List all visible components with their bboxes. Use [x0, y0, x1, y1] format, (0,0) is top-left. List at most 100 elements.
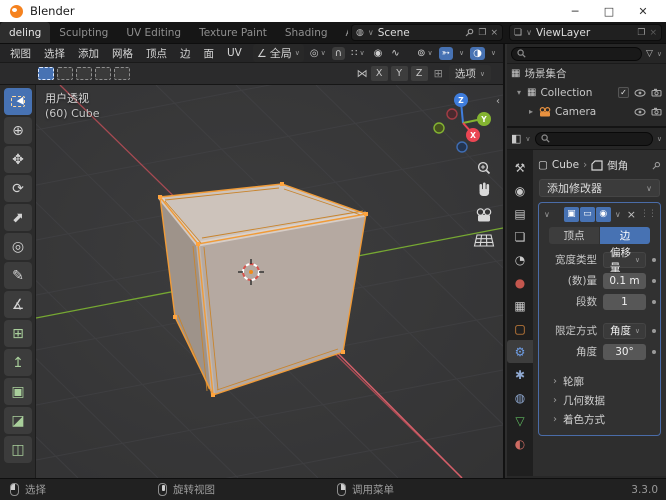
minimize-button[interactable]: ─ [558, 1, 592, 21]
close-button[interactable]: ✕ [626, 1, 660, 21]
select-mode-new[interactable] [38, 67, 54, 80]
workspace-tab-modeling[interactable]: deling [0, 22, 51, 43]
mirror-y-button[interactable]: Y [390, 66, 408, 81]
workspace-tab-shading[interactable]: Shading [276, 22, 337, 43]
pin-icon[interactable] [465, 28, 474, 37]
chevron-down-icon[interactable]: ∨ [525, 135, 530, 143]
display-render-toggle[interactable]: ◉ [595, 206, 611, 222]
tab-physics[interactable]: ◍ [507, 386, 533, 409]
outliner-row-scene-collection[interactable]: ▦ 场景集合 [507, 64, 666, 83]
workspace-tab-sculpting[interactable]: Sculpting [50, 22, 117, 43]
proportional-editing-toggle[interactable]: ◉ [371, 47, 386, 60]
chevron-down-icon[interactable]: ∨ [657, 50, 662, 58]
xray-dropdown[interactable]: ∨ [456, 48, 467, 58]
tool-transform[interactable]: ◎ [4, 233, 32, 260]
gizmo-neg-x-axis[interactable] [446, 108, 458, 120]
gizmo-neg-y-axis[interactable] [433, 122, 445, 134]
sidebar-collapse-icon[interactable]: ‹ [496, 96, 500, 107]
section-geometry[interactable]: › 几何数据 [539, 391, 660, 410]
render-visibility-icon[interactable] [651, 88, 662, 97]
affect-vertices-tab[interactable]: 顶点 [549, 227, 599, 244]
pivot-point-dropdown[interactable]: ◎ ∨ [307, 47, 329, 60]
expand-caret-icon[interactable]: ▸ [527, 107, 535, 116]
tab-output[interactable]: ▤ [507, 202, 533, 225]
collection-checkbox[interactable]: ✓ [618, 87, 629, 98]
new-view-layer-icon[interactable]: ❐ [637, 28, 645, 38]
affect-edges-tab[interactable]: 边 [600, 227, 650, 244]
snap-with-dropdown[interactable]: ∷ ∨ [348, 47, 368, 60]
section-shading[interactable]: › 着色方式 [539, 410, 660, 429]
select-mode-intersect[interactable] [114, 67, 130, 80]
menu-vertex[interactable]: 顶点 [140, 46, 173, 61]
menu-edge[interactable]: 边 [174, 46, 197, 61]
menu-view[interactable]: 视图 [4, 46, 37, 61]
animate-dot[interactable] [652, 349, 656, 354]
maximize-button[interactable]: □ [592, 1, 626, 21]
view-layer-selector[interactable]: ❏ ∨ ViewLayer ❐ × [509, 24, 662, 41]
new-scene-icon[interactable]: ❐ [478, 28, 486, 38]
tool-move[interactable]: ✥ [4, 146, 32, 173]
tab-material[interactable]: ◐ [507, 432, 533, 455]
tool-tweak-select[interactable] [4, 88, 32, 115]
tab-tool[interactable]: ⚒ [507, 156, 533, 179]
tab-object[interactable]: ▢ [507, 317, 533, 340]
breadcrumb-object[interactable]: Cube [552, 159, 579, 171]
xray-toggle[interactable]: ➳ [438, 46, 454, 60]
add-modifier-dropdown[interactable]: 添加修改器 ∨ [539, 179, 660, 197]
angle-field[interactable]: 30° [603, 343, 646, 360]
pin-icon[interactable] [652, 161, 661, 170]
menu-face[interactable]: 面 [198, 46, 221, 61]
options-dropdown[interactable]: 选项 ∨ [448, 65, 491, 82]
animate-dot[interactable] [652, 257, 656, 262]
tool-measure[interactable]: ∡ [4, 291, 32, 318]
display-realtime-toggle[interactable]: ▭ [579, 206, 595, 222]
delete-modifier-icon[interactable]: × [627, 208, 636, 221]
amount-field[interactable]: 0.1 m [603, 272, 646, 289]
tool-scale[interactable]: ⬈ [4, 204, 32, 231]
select-mode-invert[interactable] [95, 67, 111, 80]
animate-dot[interactable] [652, 328, 656, 333]
gizmos-overlays-dropdown[interactable]: ⊚ ∨ [414, 47, 436, 60]
snap-toggle[interactable]: ∩ [331, 46, 346, 60]
shading-dropdown[interactable]: ∨ [488, 48, 499, 58]
panel-collapse-icon[interactable]: ∨ [544, 210, 550, 219]
segments-field[interactable]: 1 [603, 293, 646, 310]
menu-select[interactable]: 选择 [38, 46, 71, 61]
tab-object-data[interactable]: ▽ [507, 409, 533, 432]
modifier-extras-icon[interactable]: ∨ [615, 210, 621, 219]
select-mode-extend[interactable] [57, 67, 73, 80]
select-mode-subtract[interactable] [76, 67, 92, 80]
transform-orientation-dropdown[interactable]: ∠ 全局 ∨ [252, 44, 304, 62]
drag-handle-icon[interactable]: ⋮⋮ [640, 209, 657, 219]
gizmo-neg-z-axis[interactable] [456, 141, 468, 153]
viewport-shading-toggle[interactable]: ◑ [470, 46, 485, 60]
render-visibility-icon[interactable] [651, 107, 662, 116]
tool-bevel[interactable]: ◪ [4, 407, 32, 434]
tab-scene[interactable]: ◔ [507, 248, 533, 271]
viewport-3d[interactable]: Z Y X ‹ 用户透视 (60) Cube [36, 85, 503, 478]
unlink-scene-icon[interactable]: × [490, 28, 498, 38]
outliner-row-camera[interactable]: ▸ Camera [507, 102, 666, 121]
outliner-row-collection[interactable]: ▾ ▦ Collection ✓ [507, 83, 666, 102]
properties-search-input[interactable] [534, 131, 653, 146]
tool-rotate[interactable]: ⟳ [4, 175, 32, 202]
outliner-search-input[interactable] [511, 46, 642, 61]
menu-mesh[interactable]: 网格 [106, 46, 139, 61]
tool-extrude-region[interactable]: ↥ [4, 349, 32, 376]
tab-render[interactable]: ◉ [507, 179, 533, 202]
collapse-caret-icon[interactable]: ▾ [515, 88, 523, 97]
pan-button[interactable] [479, 182, 490, 197]
tab-view-layer[interactable]: ❏ [507, 225, 533, 248]
menu-uv[interactable]: UV [221, 47, 248, 59]
hide-eye-icon[interactable] [634, 107, 646, 116]
tool-annotate[interactable]: ✎ [4, 262, 32, 289]
outliner-row-cube[interactable]: ▸ Cube [507, 121, 666, 127]
section-profile[interactable]: › 轮廓 [539, 372, 660, 391]
tab-world[interactable]: ● [507, 271, 533, 294]
tab-particles[interactable]: ✱ [507, 363, 533, 386]
display-editmode-toggle[interactable]: ▣ [563, 206, 579, 222]
tab-collection[interactable]: ▦ [507, 294, 533, 317]
workspace-tab-animation[interactable]: Animation [337, 22, 348, 43]
hide-eye-icon[interactable] [634, 88, 646, 97]
editor-type-icon[interactable]: ◧ [511, 132, 521, 145]
